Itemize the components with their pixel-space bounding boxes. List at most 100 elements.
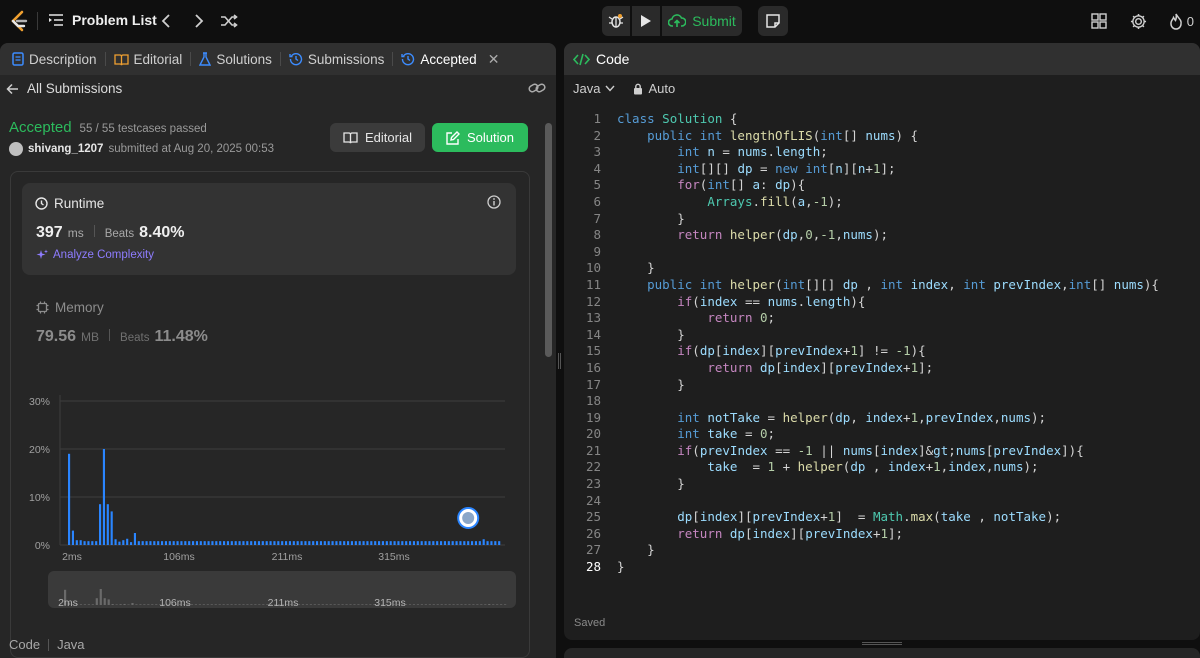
share-link-icon[interactable] [528, 81, 546, 95]
code-line[interactable]: 4 int[][] dp = new int[n][n+1]; [564, 161, 1200, 178]
code-line[interactable]: 1 class Solution { [564, 111, 1200, 128]
runtime-card[interactable]: Runtime 397 ms Beats 8.40% Analyze Compl… [22, 183, 516, 275]
range-selector-bar [218, 604, 221, 605]
tab-description[interactable]: Description [8, 43, 101, 75]
language-select[interactable]: Java [573, 81, 615, 96]
code-line[interactable]: 21 if(prevIndex == -1 || nums[index]&gt;… [564, 443, 1200, 460]
chart-bar [126, 538, 129, 545]
next-problem-button[interactable] [188, 11, 208, 31]
line-number: 27 [585, 542, 601, 558]
range-selector-bar [305, 604, 309, 605]
code-line[interactable]: 3 int n = nums.length; [564, 144, 1200, 161]
scrollbar-thumb[interactable] [545, 123, 552, 357]
range-selector-bar [79, 604, 83, 605]
range-selector[interactable]: 2ms 106ms 211ms 315ms [48, 571, 516, 608]
tab-submissions[interactable]: Submissions [285, 43, 389, 75]
panel-resizer[interactable] [556, 43, 564, 658]
range-selector-bar [143, 604, 146, 605]
tab-code[interactable]: Code [564, 43, 1200, 75]
code-footer-label: Code [9, 637, 41, 652]
info-icon[interactable] [487, 195, 501, 209]
range-selector-bar [119, 604, 122, 605]
code-line[interactable]: 18 [564, 393, 1200, 410]
code-line[interactable]: 28} [564, 559, 1200, 576]
shuffle-icon [221, 14, 238, 28]
code-line[interactable]: 14 } [564, 327, 1200, 344]
tab-solutions[interactable]: Solutions [195, 43, 276, 75]
code-line[interactable]: 22 take = 1 + helper(dp , index+1,index,… [564, 459, 1200, 476]
code-line[interactable]: 2 public int lengthOfLIS(int[] nums) { [564, 128, 1200, 145]
testcase-panel-collapsed[interactable] [564, 648, 1200, 658]
code-text: return helper(dp,0,-1,nums); [677, 227, 889, 243]
debug-button[interactable] [602, 6, 630, 36]
chart-bar [172, 541, 175, 545]
close-tab-icon[interactable]: ✕ [488, 51, 500, 68]
layout-button[interactable] [1089, 11, 1109, 31]
code-line[interactable]: 8 return helper(dp,0,-1,nums); [564, 227, 1200, 244]
chart-bar [215, 541, 218, 545]
range-selector-bar [444, 604, 447, 605]
chart-bar [482, 539, 485, 545]
range-selector-bar [464, 604, 467, 605]
range-selector-bar [254, 604, 257, 605]
code-line[interactable]: 5 for(int[] a: dp){ [564, 177, 1200, 194]
run-button[interactable] [632, 6, 660, 36]
code-line[interactable]: 13 return 0; [564, 310, 1200, 327]
runtime-distribution-chart[interactable]: 30% 20% 10% 0% 2ms 106ms 211ms 315ms [22, 383, 512, 563]
code-line[interactable]: 19 int notTake = helper(dp, index+1,prev… [564, 410, 1200, 427]
solution-button[interactable]: Solution [432, 123, 528, 152]
problem-list-link[interactable]: Problem List [72, 12, 157, 28]
code-line[interactable]: 26 return dp[index][prevIndex+1]; [564, 526, 1200, 543]
settings-button[interactable] [1129, 11, 1149, 31]
code-line[interactable]: 24 [564, 493, 1200, 510]
tab-accepted[interactable]: Accepted ✕ [397, 43, 503, 75]
chart-bar [366, 541, 369, 545]
code-line[interactable]: 23 } [564, 476, 1200, 493]
chart-bar [490, 541, 493, 545]
code-line[interactable]: 11 public int helper(int[][] dp , int in… [564, 277, 1200, 294]
code-line[interactable]: 10 } [564, 260, 1200, 277]
code-line[interactable]: 9 [564, 244, 1200, 261]
chart-bar [145, 541, 148, 545]
username-link[interactable]: shivang_1207 [28, 143, 103, 155]
range-selector-bar [472, 604, 475, 605]
bug-icon [608, 14, 624, 28]
analyze-complexity-link[interactable]: Analyze Complexity [36, 249, 154, 261]
code-line[interactable]: 16 return dp[index][prevIndex+1]; [564, 360, 1200, 377]
chart-bar [238, 541, 241, 545]
prev-problem-button[interactable] [157, 11, 177, 31]
code-line[interactable]: 6 Arrays.fill(a,-1); [564, 194, 1200, 211]
leetcode-logo-icon[interactable] [8, 9, 30, 33]
code-line[interactable]: 20 int take = 0; [564, 426, 1200, 443]
code-line[interactable]: 25 dp[index][prevIndex+1] = Math.max(tak… [564, 509, 1200, 526]
range-selector-bar [484, 604, 487, 605]
range-selector-bar [250, 604, 253, 605]
code-line[interactable]: 27 } [564, 542, 1200, 559]
code-line[interactable]: 7 } [564, 211, 1200, 228]
tab-divider [190, 52, 192, 66]
streak-counter[interactable]: 0 [1169, 13, 1194, 30]
code-line[interactable]: 12 if(index == nums.length){ [564, 294, 1200, 311]
code-line[interactable]: 15 if(dp[index][prevIndex+1] != -1){ [564, 343, 1200, 360]
flame-icon [1169, 13, 1182, 30]
range-selector-bar [226, 604, 229, 605]
notes-button[interactable] [758, 6, 788, 36]
memory-header[interactable]: Memory [36, 300, 104, 315]
bottom-resize-grip[interactable] [862, 642, 902, 645]
auto-mode-toggle[interactable]: Auto [633, 81, 675, 96]
resize-grip[interactable] [558, 353, 561, 369]
editorial-button[interactable]: Editorial [330, 123, 425, 152]
avatar[interactable] [9, 142, 23, 156]
tab-editorial[interactable]: Editorial [110, 43, 187, 75]
all-submissions-link[interactable]: All Submissions [6, 81, 122, 96]
random-problem-button[interactable] [219, 11, 239, 31]
range-selector-bar [448, 604, 451, 605]
line-number: 9 [593, 243, 601, 259]
list-icon[interactable] [48, 12, 64, 28]
code-editor[interactable]: 1 class Solution {2 public int lengthOfLI… [564, 111, 1200, 581]
code-line[interactable]: 17 } [564, 377, 1200, 394]
range-selector-bar [428, 604, 431, 605]
chart-bar [385, 541, 388, 545]
submit-button[interactable]: Submit [662, 6, 742, 36]
code-text: for(int[] a: dp){ [677, 177, 806, 193]
